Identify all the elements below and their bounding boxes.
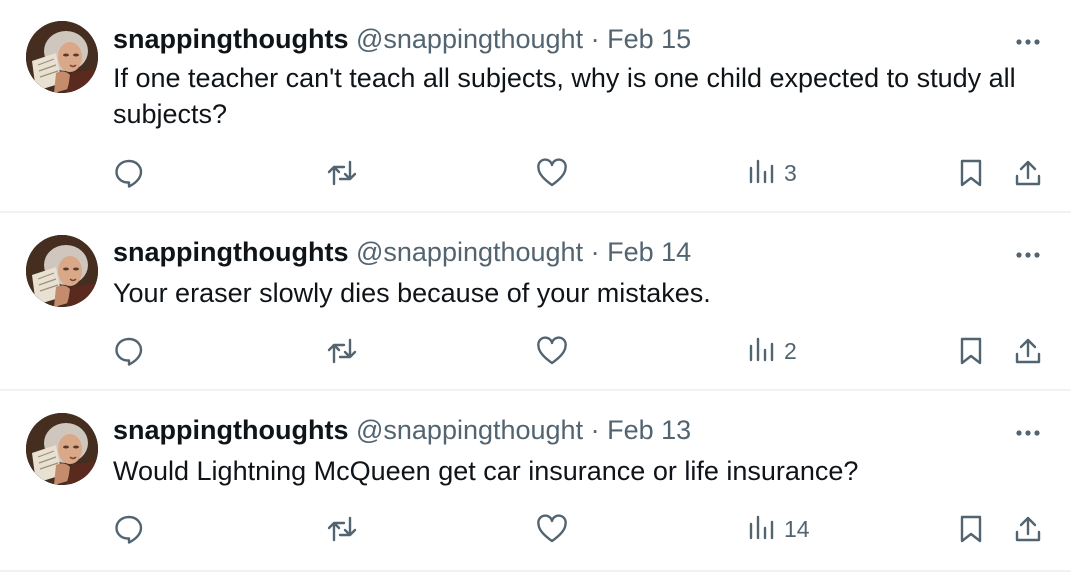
reply-button[interactable] [113,158,145,188]
tweet-header: snappingthoughts @snappingthought · Feb … [113,22,691,56]
bookmark-button[interactable] [957,336,985,366]
tweet-card[interactable]: snappingthoughts @snappingthought · Feb … [0,391,1071,572]
heart-icon [537,336,567,365]
tweet-card[interactable]: snappingthoughts @snappingthought · Feb … [0,0,1071,213]
avatar[interactable] [26,21,98,93]
like-button[interactable] [536,158,568,188]
header-separator: · [590,237,600,267]
user-handle[interactable]: @snappingthought [356,237,583,267]
retweet-button[interactable] [326,514,358,544]
avatar[interactable] [26,235,98,307]
bookmark-icon [960,515,982,543]
tweet-text: Your eraser slowly dies because of your … [113,278,711,308]
views-button[interactable]: 3 [748,158,797,188]
reply-icon [115,159,143,188]
views-count: 3 [784,159,797,186]
retweet-button[interactable] [326,158,358,188]
header-separator: · [590,415,600,445]
heart-icon [537,514,567,543]
share-button[interactable] [1013,158,1043,188]
retweet-button[interactable] [326,336,358,366]
header-separator: · [590,24,600,54]
tweet-header: snappingthoughts @snappingthought · Feb … [113,413,691,447]
like-button[interactable] [536,514,568,544]
share-icon [1015,516,1041,542]
more-options-icon[interactable] [1015,425,1041,436]
views-count: 2 [784,337,797,364]
bookmark-button[interactable] [957,158,985,188]
user-handle[interactable]: @snappingthought [356,415,583,445]
bookmark-button[interactable] [957,514,985,544]
more-options-icon[interactable] [1015,34,1041,45]
heart-icon [537,158,567,187]
bookmark-icon [960,159,982,187]
like-button[interactable] [536,336,568,366]
reply-button[interactable] [113,336,145,366]
retweet-icon [327,338,357,364]
bar-chart-icon [749,337,774,362]
share-button[interactable] [1013,336,1043,366]
retweet-icon [327,516,357,542]
tweet-text: Would Lightning McQueen get car insuranc… [113,456,859,486]
display-name[interactable]: snappingthoughts [113,24,348,54]
share-icon [1015,338,1041,364]
retweet-icon [327,160,357,186]
views-button[interactable]: 2 [748,336,797,366]
tweet-date[interactable]: Feb 13 [607,415,691,445]
reply-icon [115,515,143,544]
tweet-header: snappingthoughts @snappingthought · Feb … [113,235,691,269]
share-icon [1015,160,1041,186]
tweet-date[interactable]: Feb 14 [607,237,691,267]
tweet-date[interactable]: Feb 15 [607,24,691,54]
user-handle[interactable]: @snappingthought [356,24,583,54]
tweet-card[interactable]: snappingthoughts @snappingthought · Feb … [0,213,1071,391]
share-button[interactable] [1013,514,1043,544]
more-options-icon[interactable] [1015,247,1041,258]
bookmark-icon [960,337,982,365]
display-name[interactable]: snappingthoughts [113,237,348,267]
views-count: 14 [784,515,810,542]
bar-chart-icon [749,515,774,540]
tweet-text: If one teacher can't teach all subjects,… [113,63,1016,129]
display-name[interactable]: snappingthoughts [113,415,348,445]
bar-chart-icon [749,159,774,184]
avatar[interactable] [26,413,98,485]
reply-icon [115,337,143,366]
views-button[interactable]: 14 [748,514,810,544]
reply-button[interactable] [113,514,145,544]
